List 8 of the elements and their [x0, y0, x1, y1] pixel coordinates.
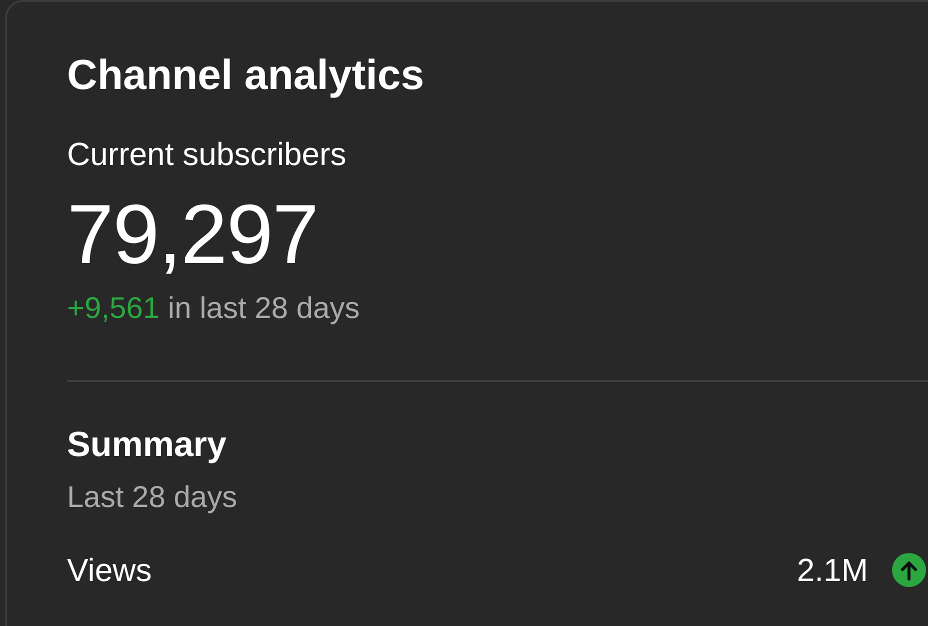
- card-title: Channel analytics: [67, 50, 426, 100]
- metric-value: 2.1M: [796, 551, 868, 590]
- subscriber-change-text: +9,561 in last 28 days: [67, 291, 361, 328]
- summary-period: Last 28 days: [67, 480, 238, 516]
- subscriber-count: 79,297: [67, 188, 319, 280]
- subscribers-label: Current subscribers: [67, 135, 348, 174]
- metric-label: Views: [67, 551, 152, 590]
- summary-title: Summary: [67, 424, 228, 466]
